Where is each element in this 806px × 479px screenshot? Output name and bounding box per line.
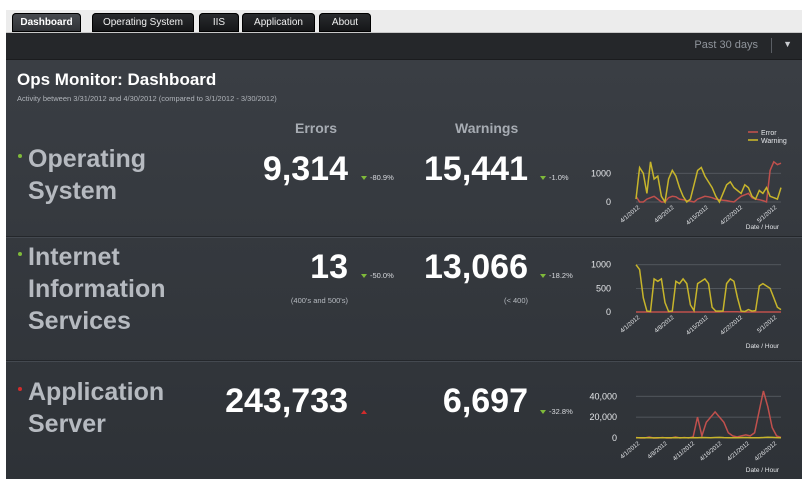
row-divider: [6, 360, 802, 361]
errors-count: 13: [310, 248, 348, 286]
warnings-count: 15,441: [424, 150, 528, 188]
y-tick-label: 20,000: [589, 412, 617, 422]
y-tick-label: 0: [606, 307, 611, 317]
status-indicator: [18, 387, 22, 391]
arrow-down-icon: [540, 410, 546, 415]
row-name-line: Application: [28, 378, 165, 406]
warnings-change-value: -32.8%: [549, 407, 573, 416]
warnings-count: 13,066: [424, 248, 528, 286]
row-divider: [6, 236, 802, 237]
row-name: Application Server: [28, 376, 164, 440]
y-tick-label: 0: [606, 197, 611, 207]
errors-note: (400's and 500's): [290, 296, 348, 305]
series-line-warning: [635, 436, 782, 439]
row-application-server: Application Server 243,733 6,697 -32.8% …: [6, 362, 802, 474]
y-tick-label: 1000: [591, 260, 611, 270]
series-line-error: [635, 390, 782, 439]
x-tick-label: 4/15/2012: [685, 205, 710, 227]
row-operating-system: Operating System 9,314 -80.9% 15,441 -1.…: [6, 130, 802, 235]
warnings-change: -18.2%: [540, 271, 573, 280]
row-name-line: Internet: [28, 243, 120, 271]
warnings-count: 6,697: [442, 382, 528, 420]
x-tick-label: 5/1/2012: [757, 205, 779, 225]
tab-about[interactable]: About: [319, 13, 371, 32]
row-name-line: Server: [28, 410, 106, 438]
errors-change: [361, 407, 370, 416]
tab-operating-system[interactable]: Operating System: [92, 13, 194, 32]
toolbar: Past 30 days ▼: [6, 33, 802, 60]
y-tick-label: 1000: [591, 168, 611, 178]
x-tick-label: 4/1/2012: [620, 441, 642, 461]
errors-count: 9,314: [262, 150, 348, 188]
row-name: Operating System: [28, 143, 146, 207]
row-name-line: System: [28, 177, 117, 205]
x-axis-label: Date / Hour: [746, 343, 780, 350]
arrow-down-icon: [540, 176, 546, 181]
arrow-down-icon: [540, 274, 546, 279]
row-internet-information-services: Internet Information Services 13 -50.0% …: [6, 238, 802, 358]
x-tick-label: 4/16/2012: [699, 441, 724, 463]
x-axis-label: Date / Hour: [746, 467, 780, 474]
tab-dashboard[interactable]: Dashboard: [12, 13, 81, 32]
warnings-change-value: -1.0%: [549, 173, 569, 182]
x-tick-label: 4/21/2012: [727, 441, 752, 463]
x-tick-label: 4/8/2012: [654, 205, 676, 225]
page-subtitle: Activity between 3/31/2012 and 4/30/2012…: [17, 94, 277, 103]
y-tick-label: 0: [612, 433, 617, 443]
x-tick-label: 4/1/2012: [620, 205, 642, 225]
status-indicator: [18, 252, 22, 256]
row-name: Internet Information Services: [28, 241, 166, 337]
chevron-down-icon[interactable]: ▼: [783, 39, 792, 49]
x-tick-label: 4/11/2012: [672, 441, 696, 463]
date-range-selector[interactable]: Past 30 days: [694, 39, 758, 51]
x-tick-label: 4/8/2012: [647, 441, 669, 461]
tab-iis[interactable]: IIS: [199, 13, 239, 32]
warnings-change: -1.0%: [540, 173, 569, 182]
warnings-change: -32.8%: [540, 407, 573, 416]
x-tick-label: 4/22/2012: [720, 205, 745, 227]
y-tick-label: 500: [596, 283, 611, 293]
x-tick-label: 4/1/2012: [620, 315, 642, 335]
errors-column-header: Errors: [295, 120, 338, 136]
row-name-line: Services: [28, 307, 131, 335]
app-window: Dashboard Operating System IIS Applicati…: [6, 10, 802, 479]
legend-label: Warning: [761, 138, 787, 145]
errors-count: 243,733: [225, 382, 348, 420]
tab-bar: Dashboard Operating System IIS Applicati…: [6, 10, 802, 33]
x-tick-label: 4/26/2012: [754, 441, 779, 463]
x-tick-label: 4/22/2012: [720, 315, 745, 337]
trend-chart: 1000 500 0 4/1/2012 4/8/2012 4/15/2012 4/22/20…: [591, 260, 782, 350]
trend-chart: 1000 0 4/1/2012 4/8/2012 4/15/2012 4/22/2012 5…: [591, 130, 787, 231]
toolbar-divider: [771, 38, 772, 53]
arrow-down-icon: [361, 274, 367, 279]
series-line-warning: [635, 161, 782, 205]
x-tick-label: 4/15/2012: [685, 315, 710, 337]
warnings-note: (< 400): [504, 296, 528, 305]
row-name-line: Information: [28, 275, 166, 303]
tab-application[interactable]: Application: [242, 13, 315, 32]
arrow-down-icon: [361, 176, 367, 181]
x-axis-label: Date / Hour: [746, 224, 780, 231]
warnings-column-header: Warnings: [455, 120, 519, 136]
arrow-up-icon: [361, 410, 367, 415]
warnings-change-value: -18.2%: [549, 271, 573, 280]
x-tick-label: 4/8/2012: [654, 315, 676, 335]
dashboard-panel: Ops Monitor: Dashboard Activity between …: [6, 60, 802, 479]
page-title: Ops Monitor: Dashboard: [17, 70, 217, 89]
legend-label: Error: [761, 130, 777, 137]
trend-chart: 40,00020,00004/1/2012 4/8/2012 4/11/2012 4/…: [589, 390, 782, 474]
status-indicator: [18, 154, 22, 158]
x-tick-label: 5/1/2012: [757, 315, 779, 335]
row-name-line: Operating: [28, 145, 147, 173]
y-tick-label: 40,000: [589, 391, 617, 401]
